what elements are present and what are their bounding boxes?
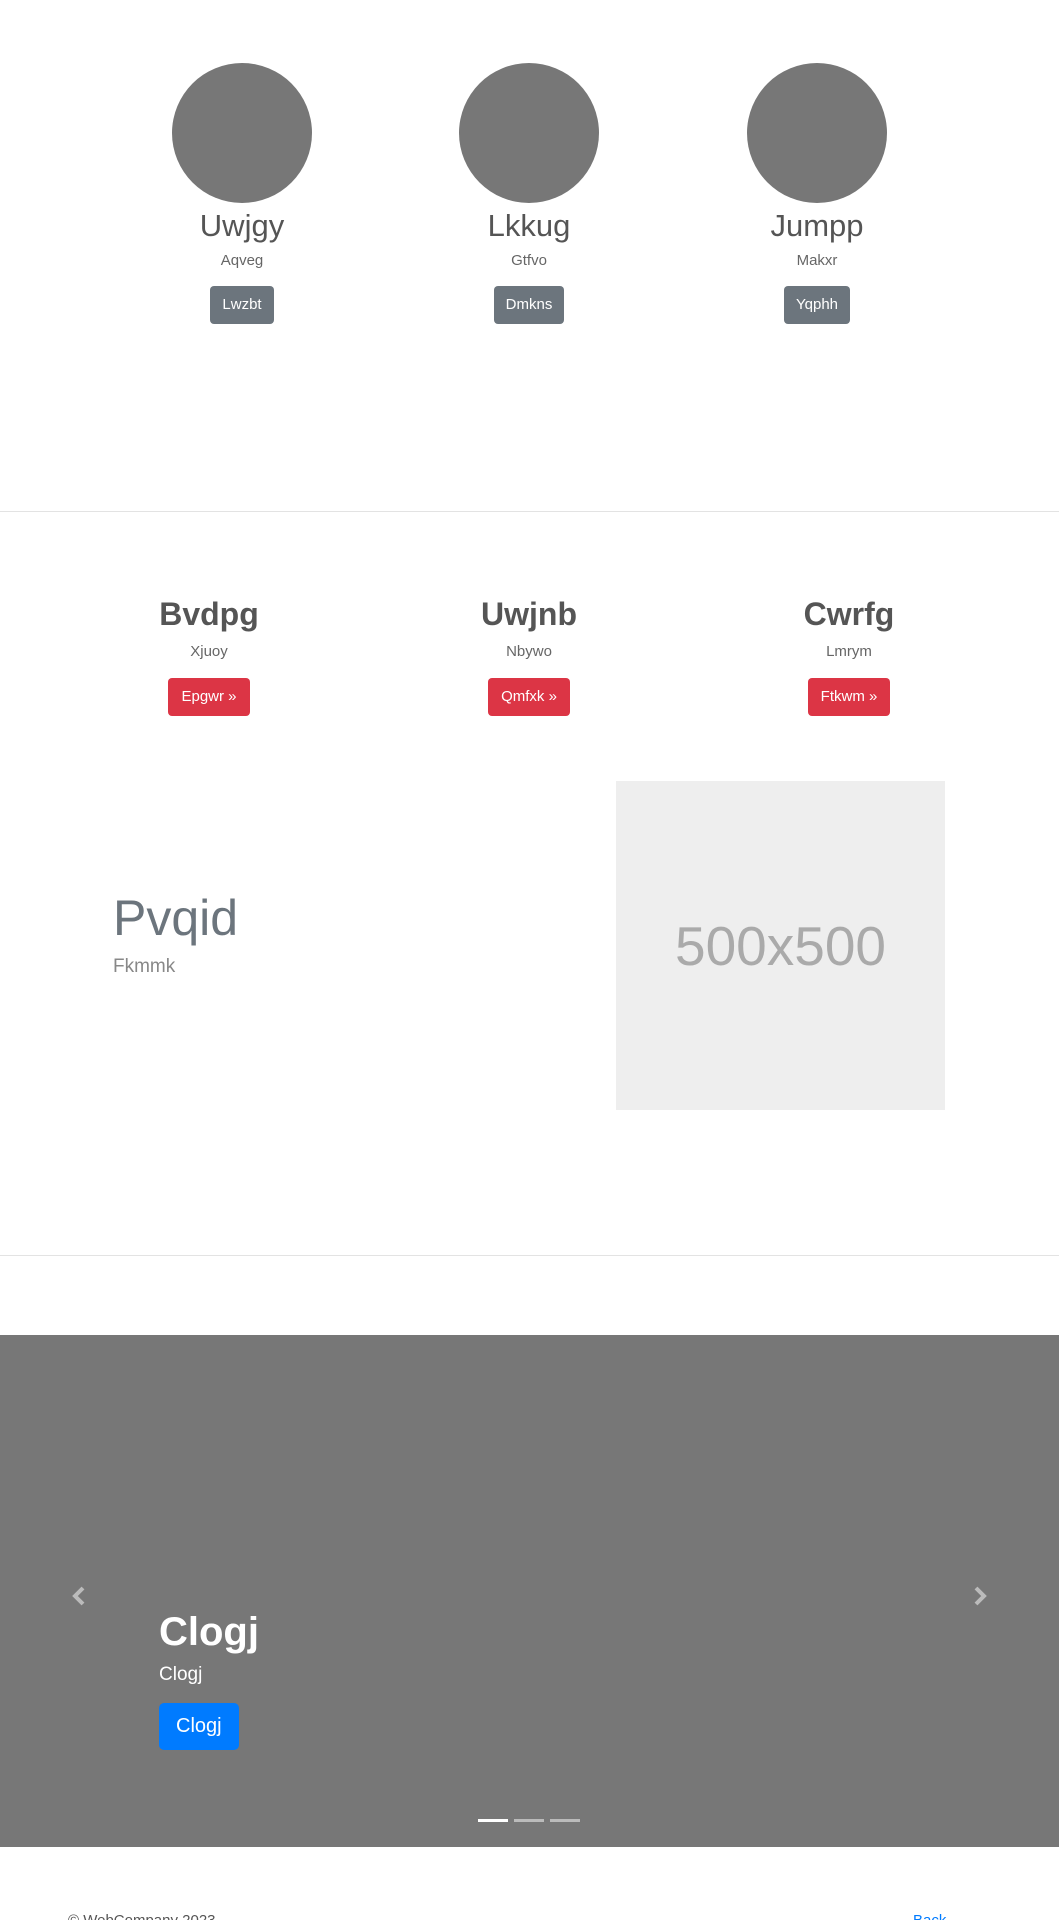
team-member: Uwjgy Aqveg Lwzbt [152,63,332,324]
member-role: Aqveg [220,252,264,269]
footer-copyright: © WebCompany 2023 [68,1912,216,1920]
member-role: Gtfvo [511,252,547,269]
carousel-indicator[interactable] [514,1819,544,1822]
avatar [459,63,599,203]
featurette-heading: Pvqid [113,890,239,946]
feature-column: Uwjnb Nbywo Qmfxk » [419,592,639,716]
feature-text: Xjuoy [190,643,228,660]
feature-text: Lmrym [826,643,872,660]
member-name: Jumpp [770,208,864,243]
chevron-right-icon [974,1586,987,1606]
feature-title: Uwjnb [481,596,577,632]
team-member: Jumpp Makxr Yqphh [727,63,907,324]
carousel-indicators [478,1819,580,1822]
carousel-title: Clogj [159,1610,259,1654]
feature-button[interactable]: Qmfxk » [488,678,570,716]
feature-column: Cwrfg Lmrym Ftkwm » [739,592,959,716]
feature-column: Bvdpg Xjuoy Epgwr » [99,592,319,716]
featurette-lead: Fkmmk [113,956,176,977]
feature-text: Nbywo [506,643,552,660]
section-divider [0,511,1059,512]
feature-title: Cwrfg [803,596,895,632]
carousel-text: Clogj [159,1664,203,1685]
placeholder-image: 500x500 [616,781,945,1110]
avatar [747,63,887,203]
team-section: Uwjgy Aqveg Lwzbt Lkkug Gtfvo Dmkns Jump… [0,0,1059,511]
carousel-indicator[interactable] [478,1819,508,1822]
carousel: Clogj Clogj Clogj [0,1335,1059,1847]
carousel-caption: Clogj Clogj Clogj [159,1607,259,1750]
chevron-left-icon [72,1586,85,1606]
feature-button[interactable]: Epgwr » [168,678,250,716]
feature-button[interactable]: Ftkwm » [807,678,891,716]
member-name: Lkkug [487,208,571,243]
back-to-top-link[interactable]: Back [913,1912,946,1920]
member-button[interactable]: Dmkns [493,286,565,324]
feature-title: Bvdpg [159,596,259,632]
member-name: Uwjgy [199,208,285,243]
member-button[interactable]: Lwzbt [210,286,274,324]
placeholder-label: 500x500 [674,914,887,977]
member-button[interactable]: Yqphh [784,286,850,324]
carousel-next-button[interactable] [965,1581,995,1611]
avatar [172,63,312,203]
member-role: Makxr [796,252,838,269]
carousel-indicator[interactable] [550,1819,580,1822]
carousel-prev-button[interactable] [64,1581,94,1611]
section-divider [0,1255,1059,1256]
team-member: Lkkug Gtfvo Dmkns [439,63,619,324]
carousel-button[interactable]: Clogj [159,1703,239,1750]
